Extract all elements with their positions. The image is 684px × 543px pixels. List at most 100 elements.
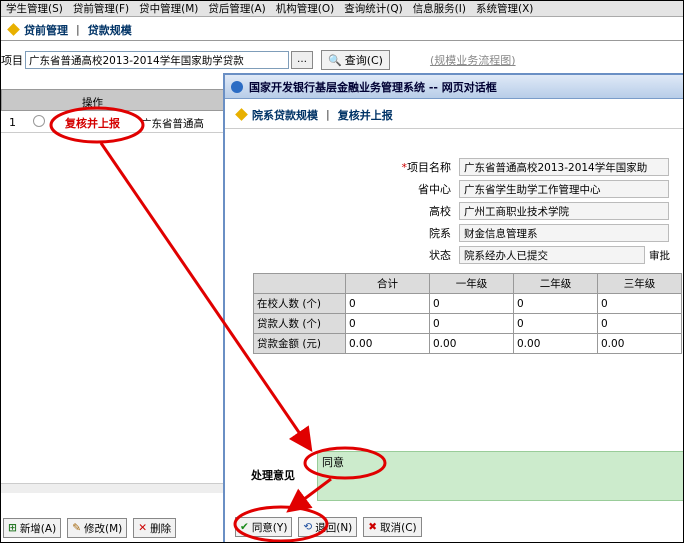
table-cell[interactable]: 0.00: [513, 333, 598, 354]
plus-icon: ⊞: [8, 522, 17, 534]
delete-button-label: 删除: [150, 522, 172, 535]
row-label: 在校人数 (个): [253, 293, 346, 314]
close-icon: ✕: [138, 522, 148, 534]
delete-button[interactable]: ✕ 删除: [133, 518, 177, 538]
menu-query[interactable]: 查询统计(Q): [339, 1, 407, 16]
edit-button-label: 修改(M): [84, 522, 123, 535]
audit-link[interactable]: 审批: [649, 248, 670, 263]
dialog-title: 国家开发银行基层金融业务管理系统 -- 网页对话框: [249, 80, 497, 94]
diamond-icon: [7, 23, 20, 36]
province-field[interactable]: 广东省学生助学工作管理中心: [459, 180, 669, 198]
row-radio[interactable]: [33, 115, 45, 127]
edit-button[interactable]: ✎ 修改(M): [67, 518, 128, 538]
project-filter: 项目 广东省普通高校2013-2014学年国家助学贷款 … 🔍 查询(C) (规…: [1, 49, 683, 71]
tab-review-submit[interactable]: 复核并上报: [338, 107, 393, 123]
check-icon: ✔: [240, 521, 249, 533]
tab-separator: |: [326, 108, 330, 121]
browser-icon: [231, 80, 243, 93]
row-label: 贷款金额 (元): [253, 333, 346, 354]
status-field: 院系经办人已提交: [459, 246, 645, 264]
menu-org[interactable]: 机构管理(O): [271, 1, 339, 16]
dialog-footer: ✔ 同意(Y) ⟲ 退回(N) ✖ 取消(C): [235, 517, 422, 537]
browse-button[interactable]: …: [291, 51, 313, 69]
bottom-toolbar: ⊞ 新增(A) ✎ 修改(M) ✕ 删除: [1, 517, 231, 539]
agree-button-label: 同意(Y): [251, 521, 288, 534]
status-label: 状态: [429, 249, 451, 262]
tab-faculty-scale[interactable]: 院系贷款规模: [252, 107, 318, 123]
table-cell[interactable]: 0: [429, 313, 514, 334]
tab-pre-loan[interactable]: 贷前管理: [24, 22, 68, 38]
cancel-button[interactable]: ✖ 取消(C): [363, 517, 422, 537]
project-name-field[interactable]: 广东省普通高校2013-2014学年国家助: [459, 158, 669, 176]
province-label: 省中心: [418, 183, 451, 196]
menu-info[interactable]: 信息服务(I): [408, 1, 471, 16]
edit-icon: ✎: [72, 522, 82, 534]
dialog-titlebar[interactable]: 国家开发银行基层金融业务管理系统 -- 网页对话框: [225, 75, 683, 99]
table-cell[interactable]: 0: [429, 293, 514, 314]
agree-button[interactable]: ✔ 同意(Y): [235, 517, 293, 537]
add-button-label: 新增(A): [19, 522, 57, 535]
dialog-breadcrumb: 院系贷款规模 | 复核并上报: [225, 101, 683, 129]
table-cell[interactable]: 0: [513, 293, 598, 314]
table-cell[interactable]: 0.00: [429, 333, 514, 354]
project-name-row: *项目名称 广东省普通高校2013-2014学年国家助: [225, 157, 683, 177]
row-project-name: 广东省普通高: [141, 118, 204, 130]
province-row: 省中心 广东省学生助学工作管理中心: [225, 179, 683, 199]
app-window: 学生管理(S) 贷前管理(F) 贷中管理(M) 贷后管理(A) 机构管理(O) …: [0, 0, 684, 543]
stats-table: 合计 一年级 二年级 三年级 在校人数 (个) 0 0 0 0 贷款人数 (个)…: [253, 273, 682, 354]
project-label: 项目: [1, 54, 23, 67]
column-header: 二年级: [513, 273, 598, 294]
faculty-row: 院系 财金信息管理系: [225, 223, 683, 243]
project-name-label: *项目名称: [401, 161, 452, 174]
table-header-row: 合计 一年级 二年级 三年级: [253, 273, 682, 294]
grid-header: 操作: [1, 89, 231, 111]
table-row: 1 复核并上报 广东省普通高: [1, 111, 231, 133]
school-label: 高校: [429, 205, 451, 218]
column-header: 合计: [345, 273, 430, 294]
opinion-label: 处理意见: [251, 469, 295, 482]
menu-in-loan[interactable]: 贷中管理(M): [134, 1, 203, 16]
school-field[interactable]: 广州工商职业技术学院: [459, 202, 669, 220]
menu-system[interactable]: 系统管理(X): [471, 1, 538, 16]
review-submit-link[interactable]: 复核并上报: [65, 115, 120, 131]
search-icon: 🔍: [328, 53, 342, 67]
breadcrumb: 贷前管理 | 贷款规模: [1, 19, 683, 41]
row-label: 贷款人数 (个): [253, 313, 346, 334]
add-button[interactable]: ⊞ 新增(A): [3, 518, 62, 538]
query-button[interactable]: 🔍 查询(C): [321, 50, 390, 70]
return-button[interactable]: ⟲ 退回(N): [298, 517, 358, 537]
faculty-field[interactable]: 财金信息管理系: [459, 224, 669, 242]
table-cell[interactable]: 0: [345, 313, 430, 334]
return-icon: ⟲: [303, 521, 313, 533]
flow-chart-link[interactable]: (规模业务流程图): [430, 52, 516, 68]
tab-separator: |: [76, 23, 80, 36]
column-header: [253, 273, 346, 294]
query-button-label: 查询(C): [344, 54, 383, 67]
table-cell[interactable]: 0.00: [597, 333, 682, 354]
menu-pre-loan[interactable]: 贷前管理(F): [68, 1, 134, 16]
table-cell[interactable]: 0: [513, 313, 598, 334]
table-cell[interactable]: 0.00: [345, 333, 430, 354]
main-menu: 学生管理(S) 贷前管理(F) 贷中管理(M) 贷后管理(A) 机构管理(O) …: [1, 1, 683, 17]
project-input[interactable]: 广东省普通高校2013-2014学年国家助学贷款: [25, 51, 289, 69]
table-row: 在校人数 (个) 0 0 0 0: [253, 293, 682, 314]
table-row: 贷款金额 (元) 0.00 0.00 0.00 0.00: [253, 333, 682, 354]
return-button-label: 退回(N): [315, 521, 353, 534]
row-number: 1: [9, 116, 16, 129]
menu-post-loan[interactable]: 贷后管理(A): [203, 1, 270, 16]
diamond-icon: [235, 108, 248, 121]
faculty-label: 院系: [429, 227, 451, 240]
table-cell[interactable]: 0: [345, 293, 430, 314]
column-header: 三年级: [597, 273, 682, 294]
opinion-textarea[interactable]: 同意: [317, 451, 683, 501]
horizontal-scrollbar[interactable]: [1, 483, 231, 493]
cancel-button-label: 取消(C): [380, 521, 417, 534]
grid-header-op: 操作: [82, 97, 103, 109]
web-dialog: 国家开发银行基层金融业务管理系统 -- 网页对话框 院系贷款规模 | 复核并上报…: [223, 73, 683, 542]
status-row: 状态 院系经办人已提交 审批: [225, 245, 683, 265]
table-cell[interactable]: 0: [597, 293, 682, 314]
column-header: 一年级: [429, 273, 514, 294]
table-cell[interactable]: 0: [597, 313, 682, 334]
tab-loan-scale[interactable]: 贷款规模: [88, 22, 132, 38]
menu-student[interactable]: 学生管理(S): [1, 1, 68, 16]
